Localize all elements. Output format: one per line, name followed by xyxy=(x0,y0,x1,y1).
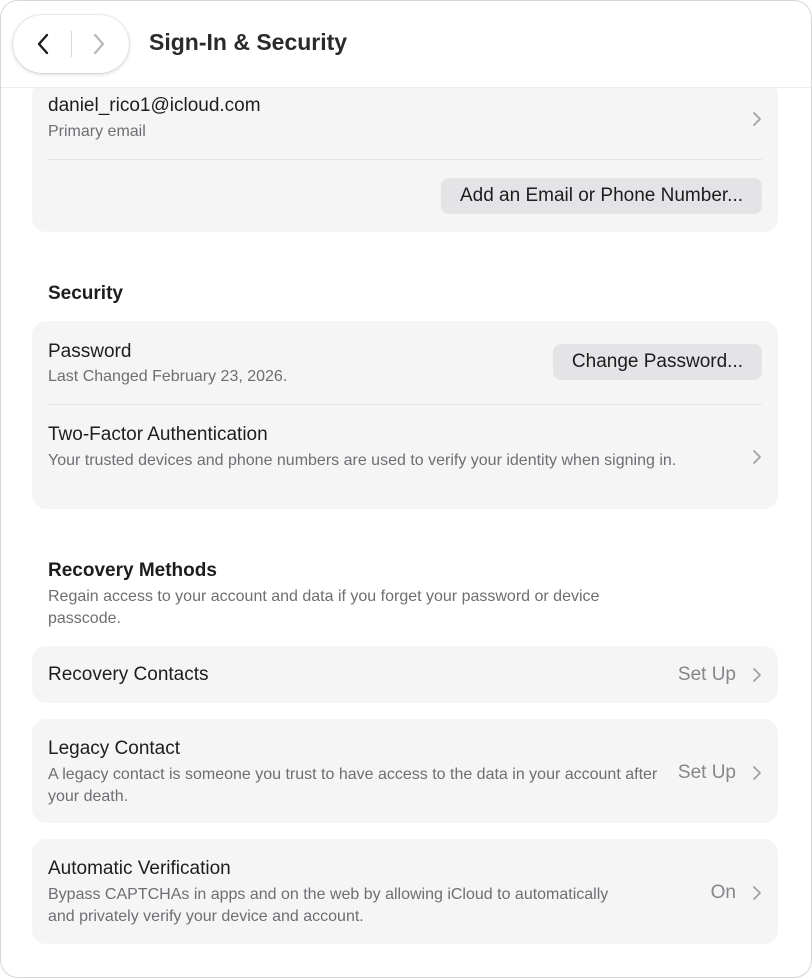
chevron-right-icon xyxy=(753,886,761,900)
change-password-button[interactable]: Change Password... xyxy=(552,344,762,380)
chevron-right-icon xyxy=(753,450,761,464)
two-factor-title: Two-Factor Authentication xyxy=(48,424,268,445)
chevron-right-icon xyxy=(753,668,761,682)
chevron-left-icon xyxy=(37,33,49,55)
password-row: Password Last Changed February 23, 2026.… xyxy=(32,321,778,404)
chevron-right-icon xyxy=(753,112,761,126)
legacy-contact-description: A legacy contact is someone you trust to… xyxy=(48,766,658,805)
recovery-contacts-status: Set Up xyxy=(677,664,736,685)
automatic-verification-description: Bypass CAPTCHAs in apps and on the web b… xyxy=(48,886,609,925)
page-title: Sign-In & Security xyxy=(149,29,348,55)
settings-window: daniel_rico1@icloud.com Primary email Ad… xyxy=(0,0,812,978)
automatic-verification-status: On xyxy=(710,882,736,903)
navigation-control xyxy=(13,15,129,73)
chevron-right-icon xyxy=(93,33,105,55)
legacy-contact-title: Legacy Contact xyxy=(48,738,181,759)
primary-email-address: daniel_rico1@icloud.com xyxy=(48,95,261,116)
recovery-contacts-title: Recovery Contacts xyxy=(48,664,209,685)
toolbar: Sign-In & Security xyxy=(1,1,811,88)
divider xyxy=(48,159,762,160)
security-card: Password Last Changed February 23, 2026.… xyxy=(32,321,778,509)
back-button[interactable] xyxy=(15,15,71,73)
primary-email-row[interactable]: daniel_rico1@icloud.com Primary email xyxy=(32,81,778,159)
legacy-contact-row[interactable]: Legacy Contact A legacy contact is someo… xyxy=(32,719,778,823)
password-last-changed: Last Changed February 23, 2026. xyxy=(48,368,288,385)
security-heading: Security xyxy=(48,283,123,304)
two-factor-row[interactable]: Two-Factor Authentication Your trusted d… xyxy=(32,405,778,509)
legacy-contact-status: Set Up xyxy=(677,762,736,783)
automatic-verification-title: Automatic Verification xyxy=(48,858,231,879)
add-email-or-phone-button[interactable]: Add an Email or Phone Number... xyxy=(440,178,762,214)
chevron-right-icon xyxy=(753,766,761,780)
primary-email-label: Primary email xyxy=(48,123,146,140)
two-factor-description: Your trusted devices and phone numbers a… xyxy=(48,452,677,469)
recovery-contacts-row[interactable]: Recovery Contacts Set Up xyxy=(32,646,778,703)
email-card: daniel_rico1@icloud.com Primary email Ad… xyxy=(32,81,778,232)
recovery-methods-description: Regain access to your account and data i… xyxy=(48,588,600,627)
password-title: Password xyxy=(48,341,132,362)
automatic-verification-row[interactable]: Automatic Verification Bypass CAPTCHAs i… xyxy=(32,839,778,944)
recovery-methods-heading: Recovery Methods xyxy=(48,560,217,581)
forward-button[interactable] xyxy=(71,15,127,73)
